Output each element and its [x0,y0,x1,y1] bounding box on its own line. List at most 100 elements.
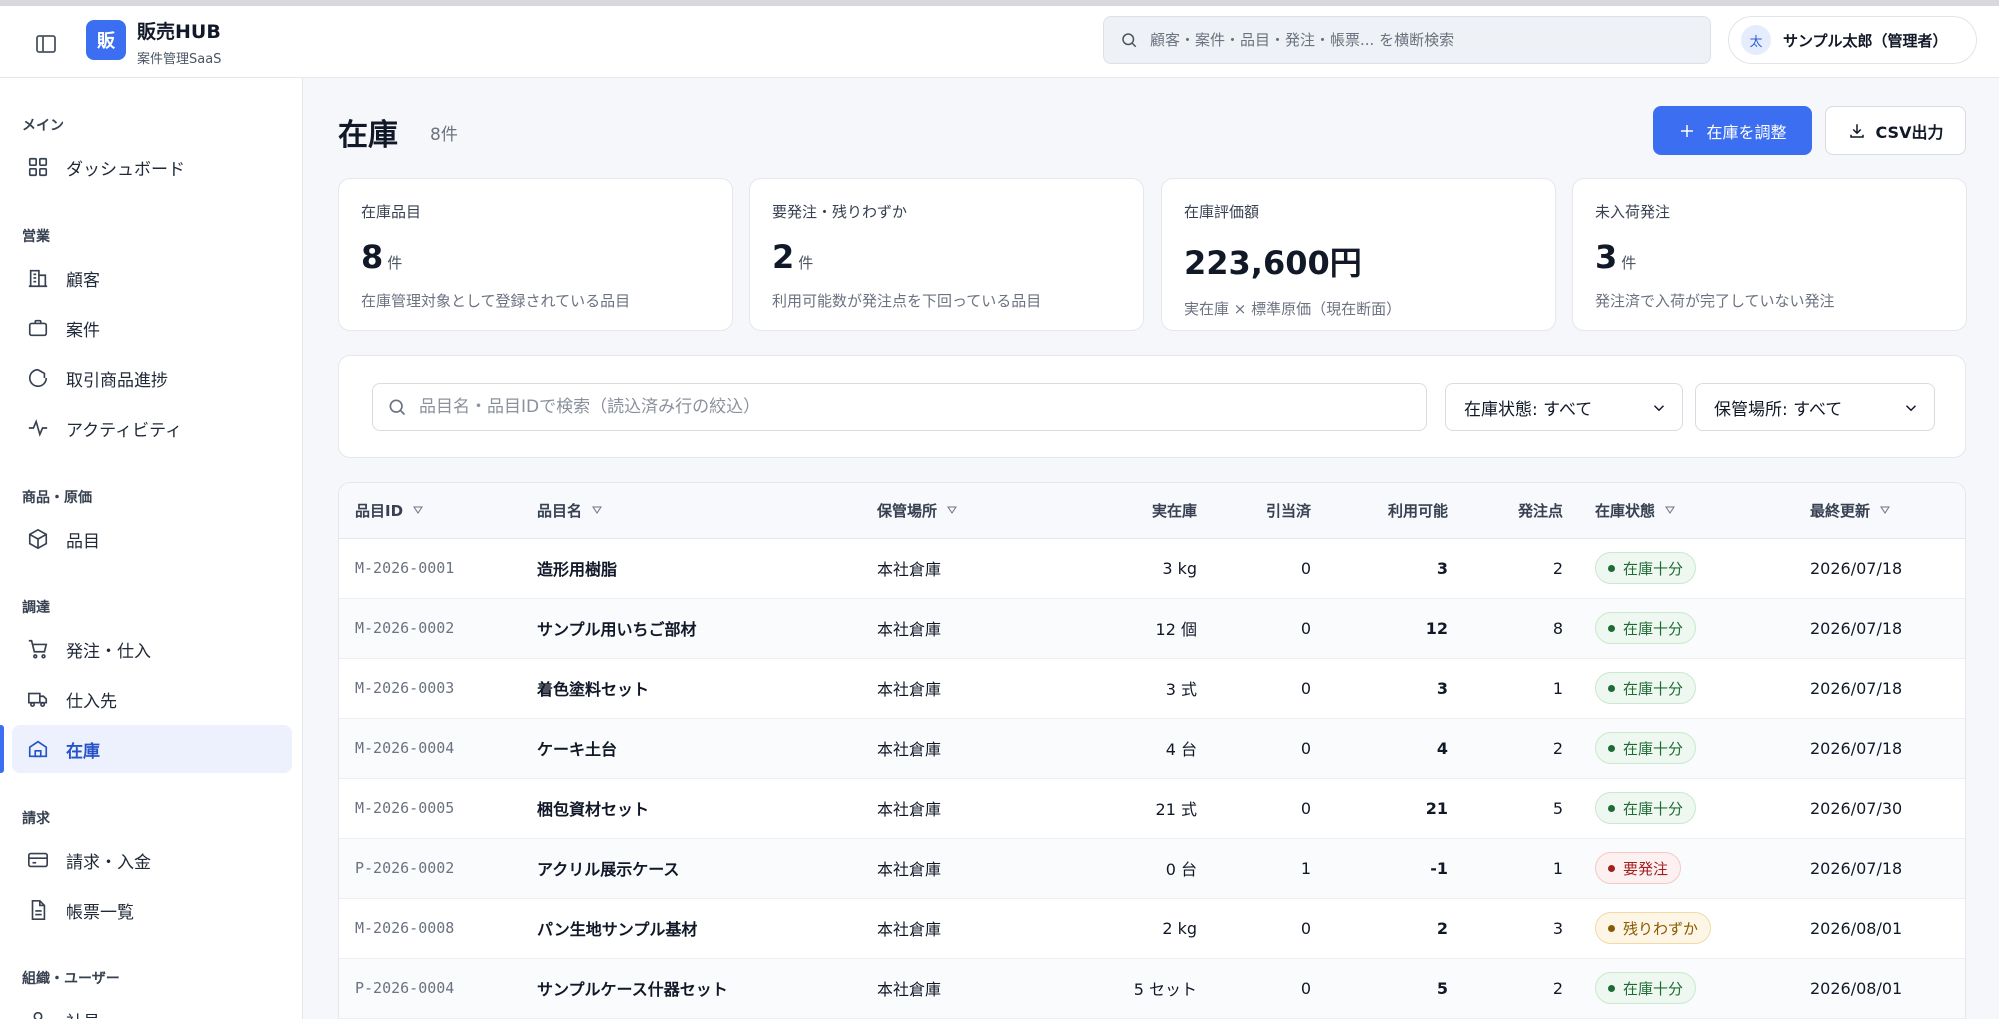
sidebar-item-deals[interactable]: 案件 [12,304,292,352]
col-header-item-name[interactable]: 品目名 [537,483,877,539]
adjust-inventory-button[interactable]: 在庫を調整 [1653,106,1812,155]
cell-status: 要発注 [1563,838,1778,898]
item-search[interactable] [372,383,1427,431]
sidebar-toggle-button[interactable] [30,28,62,60]
nav-section-org: 組織・ユーザー [22,971,120,987]
cell-reserved: 0 [1300,558,1311,578]
status-badge-label: 在庫十分 [1623,739,1684,758]
cell-location: 本社倉庫 [877,680,942,699]
col-header-location[interactable]: 保管場所 [877,483,1047,539]
global-search[interactable] [1103,16,1711,64]
cell-reorder: 8 [1552,618,1563,638]
stat-desc: 利用可能数が発注点を下回っている品目 [772,292,1042,310]
sidebar-item-documents[interactable]: 帳票一覧 [12,886,292,934]
table-row[interactable]: M-2026-0008 パン生地サンプル基材 本社倉庫 2 kg 0 2 3 残りわずか 202… [339,898,1965,958]
sidebar-item-inventory[interactable]: 在庫 [12,725,292,773]
status-dot-icon [1608,564,1615,572]
user-menu-button[interactable]: 太 サンプル太郎（管理者） [1728,16,1977,64]
cell-reserved: 0 [1300,918,1311,938]
nav-section-products: 商品・原価 [22,490,92,506]
sidebar-item-invoices[interactable]: 請求・入金 [12,836,292,884]
cell-item-id: P-2026-0004 [355,979,455,997]
stat-value: 223,600円 [1184,244,1362,282]
sidebar-item-dashboard[interactable]: ダッシュボード [12,143,292,191]
active-indicator [0,725,4,773]
stat-unit: 件 [798,254,814,272]
user-name: サンプル太郎（管理者） [1783,31,1948,50]
cell-reorder: 5 [1552,798,1563,818]
col-header-updated[interactable]: 最終更新 [1778,483,1965,539]
status-badge-label: 要発注 [1623,859,1669,878]
col-header-status[interactable]: 在庫状態 [1563,483,1778,539]
cell-reserved: 0 [1300,738,1311,758]
cell-reorder: 2 [1552,738,1563,758]
col-header-reserved: 引当済 [1197,483,1311,539]
filter-icon [413,506,423,515]
grid-icon [26,155,50,179]
sidebar-item-customers[interactable]: 顧客 [12,254,292,302]
cell-status: 在庫十分 [1563,778,1778,838]
cell-item-id: M-2026-0004 [355,739,455,757]
filter-icon [947,506,957,515]
chevron-down-icon [1653,405,1665,412]
cell-updated: 2026/07/30 [1810,798,1903,818]
cell-available: 12 [1425,618,1448,638]
location-select[interactable]: 保管場所: すべて [1695,383,1935,431]
cell-reserved: 0 [1300,678,1311,698]
col-header-label: 最終更新 [1810,501,1871,520]
table-row[interactable]: M-2026-0001 造形用樹脂 本社倉庫 3 kg 0 3 2 在庫十分 2026/07/1… [339,538,1965,598]
cell-item-id: M-2026-0003 [355,679,455,697]
stat-desc: 在庫管理対象として登録されている品目 [361,292,631,310]
sidebar-item-purchasing[interactable]: 発注・仕入 [12,625,292,673]
progress-icon [26,366,50,390]
table-row[interactable]: M-2026-0004 ケーキ土台 本社倉庫 4 台 0 4 2 在庫十分 2026/07/18 [339,718,1965,778]
table-row[interactable]: M-2026-0002 サンプル用いちご部材 本社倉庫 12 個 0 12 8 在庫十分 202… [339,598,1965,658]
col-header-label: 品目名 [537,501,583,520]
filter-icon [592,506,602,515]
cell-location: 本社倉庫 [877,560,942,579]
col-header-item-id[interactable]: 品目ID [339,483,537,539]
table-row[interactable]: M-2026-0005 梱包資材セット 本社倉庫 21 式 0 21 5 在庫十分 2026/0… [339,778,1965,838]
filter-icon [1665,506,1675,515]
status-badge: 在庫十分 [1595,732,1697,764]
table-row[interactable]: P-2026-0002 アクリル展示ケース 本社倉庫 0 台 1 -1 1 要発注 2026/0… [339,838,1965,898]
sidebar-item-label: 発注・仕入 [66,641,151,662]
cell-item-name: アクリル展示ケース [537,860,680,879]
cell-item-name: 梱包資材セット [537,800,650,819]
sidebar-item-label: 取引商品進捗 [66,370,168,391]
sidebar-item-label: アクティビティ [66,420,183,441]
cell-location: 本社倉庫 [877,920,942,939]
cell-location: 本社倉庫 [877,800,942,819]
cell-updated: 2026/07/18 [1810,858,1903,878]
cell-item-name: サンプル用いちご部材 [537,620,697,639]
stat-card-valuation: 在庫評価額 223,600円 実在庫 × 標準原価（現在断面） [1161,178,1556,331]
status-badge-label: 在庫十分 [1623,619,1684,638]
col-header-label: 在庫状態 [1595,501,1656,520]
status-dot-icon [1608,804,1615,812]
filter-icon [1880,506,1890,515]
nav-section-billing: 請求 [22,811,50,827]
app-subtitle: 案件管理SaaS [137,52,222,67]
sidebar-item-items[interactable]: 品目 [12,515,292,563]
csv-export-button[interactable]: CSV出力 [1825,106,1966,155]
table-row[interactable]: M-2026-0003 着色塗料セット 本社倉庫 3 式 0 3 1 在庫十分 2026/07/… [339,658,1965,718]
cell-item-name: 造形用樹脂 [537,560,618,579]
cell-updated: 2026/07/18 [1810,738,1903,758]
app-logo: 販 [86,20,126,60]
sidebar-item-suppliers[interactable]: 仕入先 [12,675,292,723]
cell-available: -1 [1430,858,1448,878]
cell-stock: 21 式 [1155,800,1197,819]
global-search-input[interactable] [1150,31,1690,49]
sidebar-item-label: ダッシュボード [66,159,185,180]
sidebar-item-employees[interactable]: 社員 [12,996,292,1019]
activity-icon [26,416,50,440]
sidebar-item-product-progress[interactable]: 取引商品進捗 [12,354,292,402]
item-search-input[interactable] [419,397,1409,417]
status-select[interactable]: 在庫状態: すべて [1445,383,1683,431]
stat-unit: 件 [387,254,403,272]
table-row[interactable]: P-2026-0004 サンプルケース什器セット 本社倉庫 5 セット 0 5 2 在庫十分 2… [339,958,1965,1018]
cell-available: 21 [1425,798,1448,818]
sidebar-item-activity[interactable]: アクティビティ [12,404,292,452]
avatar: 太 [1741,25,1771,55]
building-icon [26,266,50,290]
